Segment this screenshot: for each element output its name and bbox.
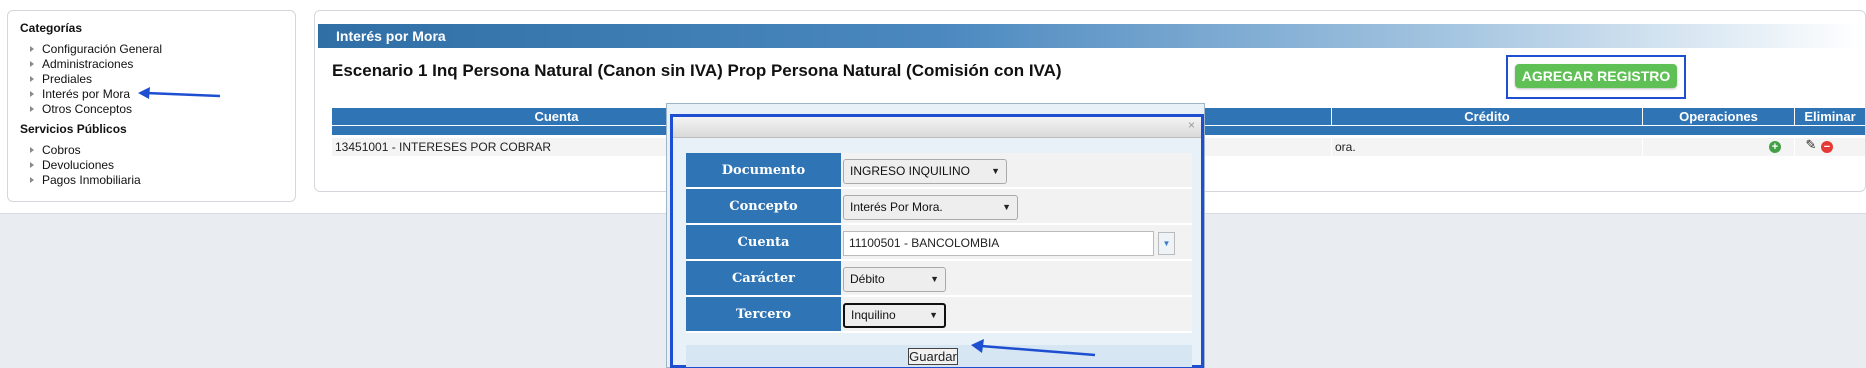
bullet-triangle-icon — [30, 45, 34, 52]
add-circle-icon[interactable]: + — [1769, 141, 1781, 153]
sidebar-item-prediales[interactable]: Prediales — [30, 72, 92, 87]
tercero-value: Inquilino — [851, 308, 896, 322]
sidebar-item-label: Configuración General — [42, 42, 163, 56]
bullet-triangle-icon — [30, 75, 34, 82]
bullet-triangle-icon — [30, 105, 34, 112]
sidebar-item-label: Administraciones — [42, 57, 134, 71]
sidebar-item-interes-por-mora[interactable]: Interés por Mora — [30, 87, 130, 102]
form-row-caracter: Carácter Débito ▼ — [686, 261, 1192, 297]
add-record-dialog: × Documento INGRESO INQUILINO ▼ Concepto … — [666, 103, 1205, 368]
column-operaciones: Operaciones — [1643, 108, 1795, 125]
bullet-triangle-icon — [30, 90, 34, 97]
section-header: Interés por Mora — [318, 24, 1862, 48]
tercero-field-cell: Inquilino ▼ — [841, 297, 1192, 333]
cuenta-field-cell: 11100501 - BANCOLOMBIA ▼ — [841, 225, 1192, 261]
sidebar-item-label: Pagos Inmobiliaria — [42, 173, 141, 187]
dialog-footer: Guardar — [686, 345, 1192, 367]
dialog-titlebar: × — [673, 117, 1201, 138]
cell-credito: ora. — [1332, 138, 1643, 156]
documento-select[interactable]: INGRESO INQUILINO ▼ — [843, 159, 1007, 184]
sidebar-item-pagos-inmobiliaria[interactable]: Pagos Inmobiliaria — [30, 173, 141, 188]
chevron-down-icon: ▼ — [991, 166, 1000, 176]
form-row-cuenta: Cuenta 11100501 - BANCOLOMBIA ▼ — [686, 225, 1192, 261]
sidebar-item-label: Prediales — [42, 72, 93, 86]
services-title: Servicios Públicos — [20, 122, 127, 136]
concepto-value: Interés Por Mora. — [850, 200, 943, 214]
annotation-arrow-icon — [971, 339, 1096, 357]
sidebar-item-otros-conceptos[interactable]: Otros Conceptos — [30, 102, 132, 117]
concepto-label: Concepto — [686, 189, 841, 225]
categories-title: Categorías — [20, 21, 83, 35]
scenario-title: Escenario 1 Inq Persona Natural (Canon s… — [332, 61, 1062, 80]
documento-label: Documento — [686, 153, 841, 189]
sidebar-item-label: Otros Conceptos — [42, 102, 133, 116]
cell-eliminar: ✎ − — [1795, 138, 1865, 156]
save-button[interactable]: Guardar — [908, 348, 958, 365]
sidebar-item-label: Cobros — [42, 143, 81, 157]
sidebar-item-administraciones[interactable]: Administraciones — [30, 57, 133, 72]
close-icon[interactable]: × — [1188, 118, 1195, 132]
cuenta-label: Cuenta — [686, 225, 841, 261]
sidebar: Categorías Configuración General Adminis… — [7, 10, 296, 202]
caracter-select[interactable]: Débito ▼ — [843, 267, 946, 292]
chevron-down-icon: ▼ — [930, 274, 939, 284]
edit-icon[interactable]: ✎ — [1804, 138, 1818, 151]
bullet-triangle-icon — [30, 146, 34, 153]
documento-value: INGRESO INQUILINO — [850, 164, 971, 178]
caracter-value: Débito — [850, 272, 885, 286]
bullet-triangle-icon — [30, 60, 34, 67]
column-credito: Crédito — [1332, 108, 1643, 125]
cell-operaciones: + — [1643, 138, 1795, 156]
concepto-select[interactable]: Interés Por Mora. ▼ — [843, 195, 1018, 220]
form-row-concepto: Concepto Interés Por Mora. ▼ — [686, 189, 1192, 225]
tercero-select[interactable]: Inquilino ▼ — [843, 303, 946, 328]
concepto-field-cell: Interés Por Mora. ▼ — [841, 189, 1192, 225]
column-eliminar: Eliminar — [1795, 108, 1865, 125]
cuenta-input[interactable]: 11100501 - BANCOLOMBIA — [843, 231, 1154, 256]
annotation-arrow-icon — [138, 87, 221, 99]
add-button-highlight: AGREGAR REGISTRO — [1506, 55, 1686, 99]
caracter-field-cell: Débito ▼ — [841, 261, 1192, 297]
sidebar-item-label: Devoluciones — [42, 158, 115, 172]
form-row-tercero: Tercero Inquilino ▼ — [686, 297, 1192, 333]
form-row-documento: Documento INGRESO INQUILINO ▼ — [686, 153, 1192, 189]
documento-field-cell: INGRESO INQUILINO ▼ — [841, 153, 1192, 189]
dialog-highlight: × Documento INGRESO INQUILINO ▼ Concepto … — [670, 114, 1204, 368]
sidebar-item-configuracion-general[interactable]: Configuración General — [30, 42, 162, 57]
sidebar-item-cobros[interactable]: Cobros — [30, 143, 81, 158]
add-record-button[interactable]: AGREGAR REGISTRO — [1515, 64, 1677, 88]
cuenta-dropdown-icon[interactable]: ▼ — [1158, 232, 1175, 255]
sidebar-item-devoluciones[interactable]: Devoluciones — [30, 158, 114, 173]
chevron-down-icon: ▼ — [1002, 202, 1011, 212]
bullet-triangle-icon — [30, 161, 34, 168]
remove-circle-icon[interactable]: − — [1821, 141, 1833, 153]
chevron-down-icon: ▼ — [929, 310, 938, 320]
tercero-label: Tercero — [686, 297, 841, 333]
caracter-label: Carácter — [686, 261, 841, 297]
bullet-triangle-icon — [30, 176, 34, 183]
sidebar-item-label: Interés por Mora — [42, 87, 131, 101]
